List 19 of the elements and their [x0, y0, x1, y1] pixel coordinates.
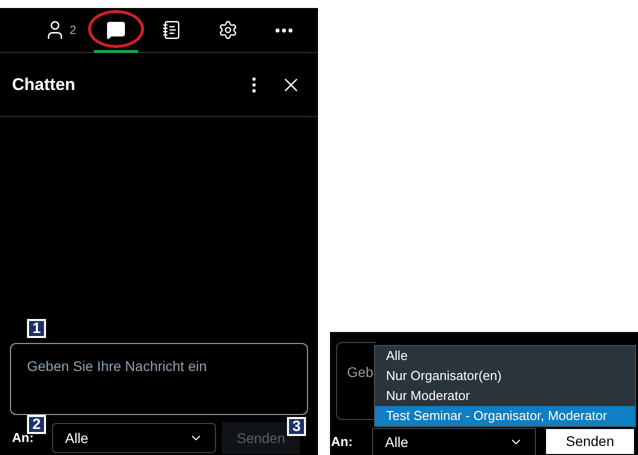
dropdown-option[interactable]: Test Seminar - Organisator, Moderator [375, 406, 635, 426]
toolbar-tab[interactable]: 2 [38, 8, 82, 52]
more-icon [275, 28, 293, 32]
callout-number: 3 [287, 417, 306, 436]
recipient-select[interactable]: Alle [52, 423, 216, 453]
dropdown-option[interactable]: Nur Organisator(en) [375, 366, 635, 386]
callout-number: 1 [27, 319, 46, 338]
dropdown-option[interactable]: Nur Moderator [375, 386, 635, 406]
callout-number: 2 [27, 415, 46, 434]
send-button[interactable]: Senden [546, 429, 634, 454]
recipient-select[interactable]: Alle [372, 428, 536, 455]
participant-count: 2 [70, 22, 76, 39]
settings-icon [218, 20, 238, 40]
to-label: An: [331, 432, 354, 451]
dropdown-option[interactable]: Alle [375, 346, 635, 366]
panel-title: Chatten [12, 74, 76, 96]
chat-icon [106, 20, 126, 40]
message-field[interactable]: Geben Sie Ihre Nachricht ein [10, 343, 308, 415]
notes-icon [162, 20, 182, 40]
